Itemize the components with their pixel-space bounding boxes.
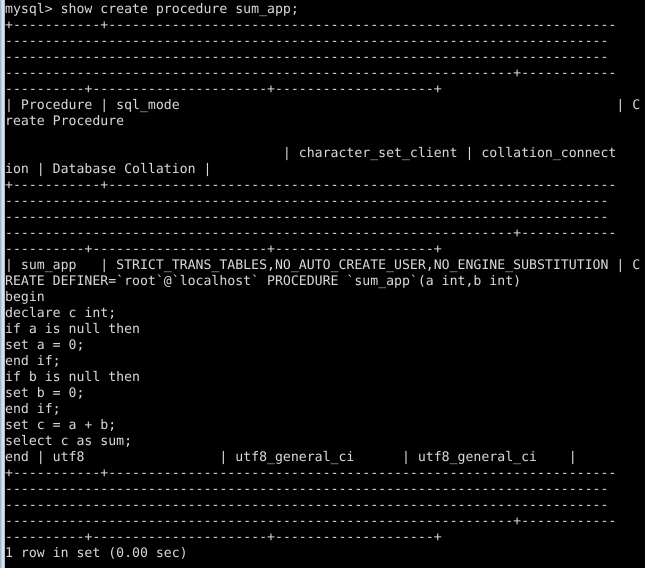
console-line: ----------+----------------------+------… [5, 242, 442, 257]
console-line: end if; [5, 354, 61, 369]
mysql-terminal-window[interactable]: mysql> show create procedure sum_app; +--… [0, 0, 645, 568]
console-line: set a = 0; [5, 338, 85, 353]
console-line: ----------------------------------------… [5, 498, 609, 513]
console-line: ion | Database Collation | [5, 162, 212, 177]
console-line: select c as sum; [5, 434, 133, 449]
console-line: ----------------------------------------… [5, 34, 609, 49]
console-line: ----------------------------------------… [5, 514, 617, 529]
console-line: end | utf8 | utf8_general_ci | utf8_gene… [5, 450, 577, 465]
console-output-area[interactable]: mysql> show create procedure sum_app; +--… [5, 0, 645, 568]
console-line: ----------------------------------------… [5, 482, 609, 497]
console-line: reate Procedure [5, 114, 125, 129]
console-line: ----------------------------------------… [5, 66, 617, 81]
console-line: if a is null then [5, 322, 140, 337]
console-line: ----------------------------------------… [5, 50, 609, 65]
console-line: | sum_app | STRICT_TRANS_TABLES,NO_AUTO_… [5, 258, 641, 273]
console-line: ----------+----------------------+------… [5, 82, 442, 97]
console-line: end if; [5, 402, 61, 417]
console-line: | Procedure | sql_mode | C [5, 98, 641, 113]
console-line: | character_set_client | collation_conne… [5, 146, 617, 161]
console-line: set c = a + b; [5, 418, 117, 433]
console-line: if b is null then [5, 370, 140, 385]
console-line: ----------------------------------------… [5, 210, 609, 225]
console-line: begin [5, 290, 45, 305]
console-line: ----------------------------------------… [5, 194, 609, 209]
console-line: set b = 0; [5, 386, 85, 401]
console-line: declare c int; [5, 306, 117, 321]
console-line: ----------+----------------------+------… [5, 530, 442, 545]
console-line: +-----------+---------------------------… [5, 18, 617, 33]
console-line: mysql> show create procedure sum_app; [5, 2, 299, 17]
console-line: ----------------------------------------… [5, 226, 617, 241]
console-line: +-----------+---------------------------… [5, 466, 617, 481]
console-line: REATE DEFINER=`root`@`localhost` PROCEDU… [5, 274, 522, 289]
console-line: 1 row in set (0.00 sec) [5, 546, 188, 561]
console-line: +-----------+---------------------------… [5, 178, 617, 193]
